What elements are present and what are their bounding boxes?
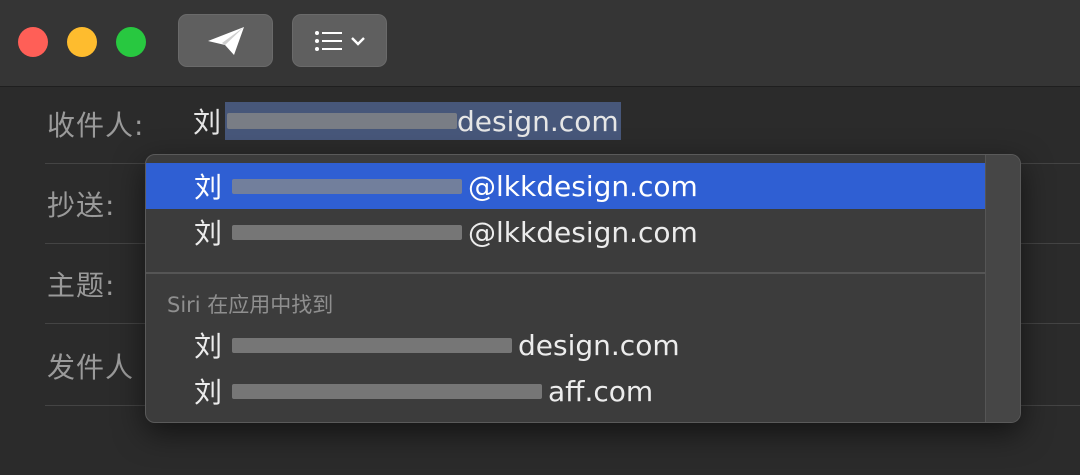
to-autocomplete-selection: design.com (225, 102, 621, 140)
section-divider (146, 272, 987, 274)
suggestion-email: aff.com (548, 374, 654, 408)
zoom-window-button[interactable] (116, 27, 146, 57)
autocomplete-popup: 刘 @lkkdesign.com 刘 @lkkdesign.com Siri 在… (145, 154, 1021, 423)
suggestion-name: 刘 (194, 217, 223, 250)
siri-section-header: Siri 在应用中找到 (167, 293, 334, 317)
subject-label: 主题: (47, 268, 116, 302)
redacted-text (227, 113, 458, 129)
to-input[interactable]: 刘 design.com (193, 102, 621, 140)
redacted-text (232, 383, 543, 399)
cc-label: 抄送: (47, 188, 116, 222)
siri-suggestion-item[interactable]: 刘 design.com (146, 322, 987, 368)
suggestion-email: design.com (518, 328, 680, 362)
close-window-button[interactable] (18, 27, 48, 57)
send-button[interactable] (178, 14, 273, 67)
suggestion-item[interactable]: 刘 @lkkdesign.com (146, 163, 987, 209)
to-recipient-name: 刘 (193, 106, 222, 139)
suggestion-name: 刘 (194, 171, 223, 204)
window-titlebar (0, 0, 1080, 87)
suggestion-name: 刘 (194, 330, 223, 363)
minimize-window-button[interactable] (67, 27, 97, 57)
redacted-text (232, 337, 513, 353)
to-email-tail: design.com (457, 104, 619, 138)
siri-suggestion-item[interactable]: 刘 aff.com (146, 368, 987, 414)
suggestion-name: 刘 (194, 376, 223, 409)
from-label: 发件人 (47, 350, 135, 384)
suggestion-email: @lkkdesign.com (468, 215, 698, 249)
to-label: 收件人: (47, 108, 145, 142)
redacted-text (232, 224, 463, 240)
suggestion-item[interactable]: 刘 @lkkdesign.com (146, 209, 987, 255)
format-menu-button[interactable] (292, 14, 387, 67)
popup-scrollbar[interactable] (985, 155, 1020, 422)
list-icon (314, 30, 342, 51)
paper-plane-icon (207, 26, 244, 55)
suggestion-email: @lkkdesign.com (468, 169, 698, 203)
chevron-down-icon (350, 36, 365, 46)
redacted-text (232, 178, 463, 194)
